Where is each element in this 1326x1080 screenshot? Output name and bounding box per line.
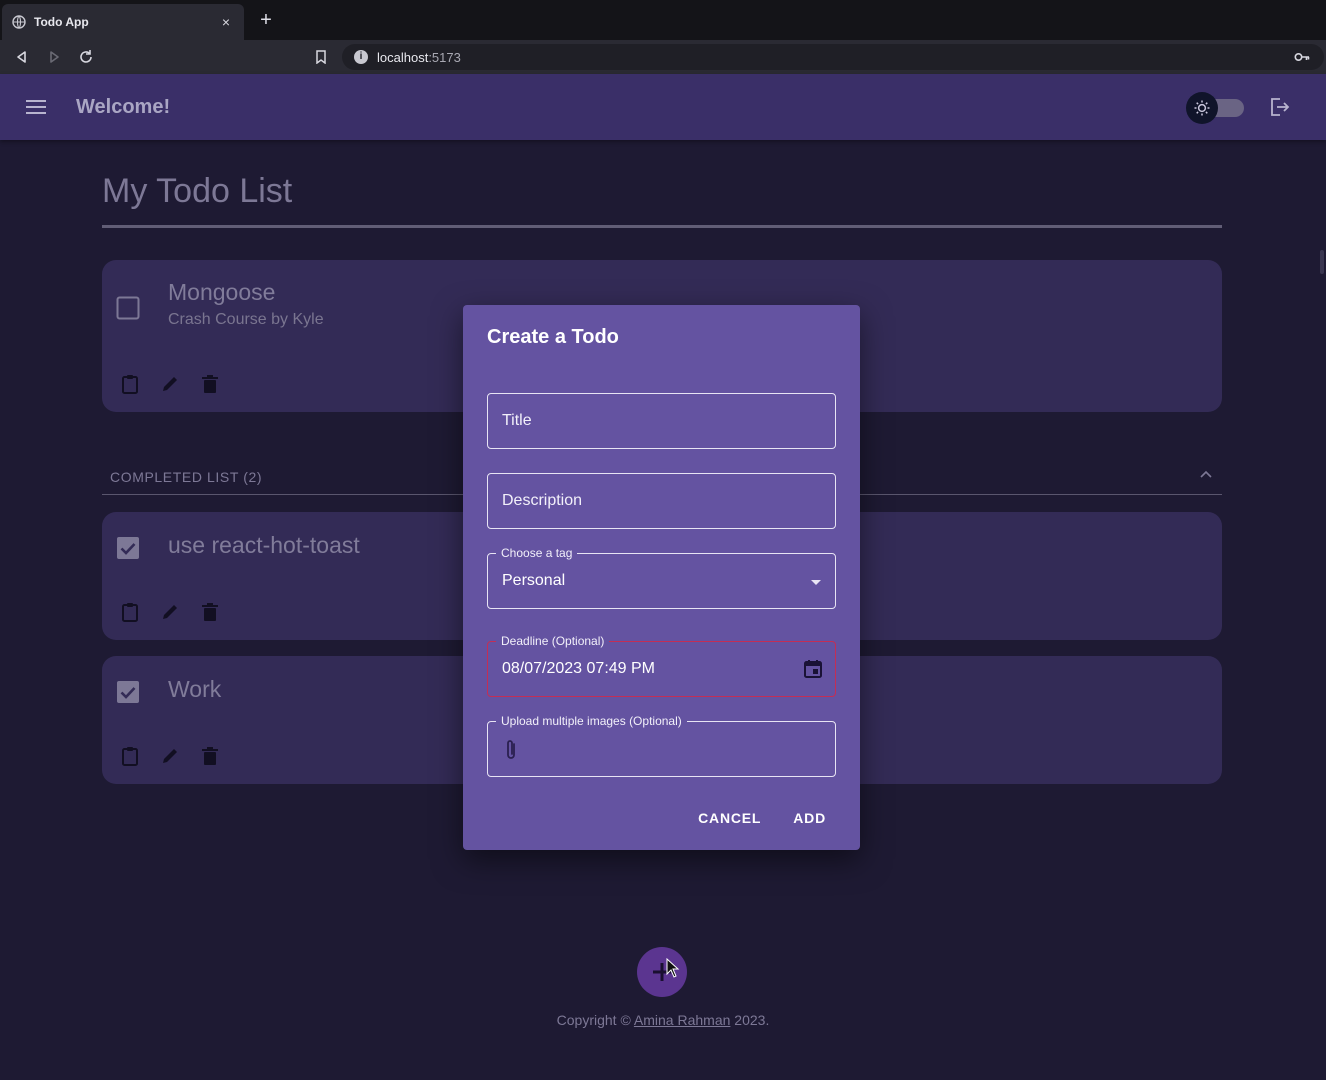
footer: Copyright © Amina Rahman 2023. (0, 1012, 1326, 1028)
deadline-field[interactable]: Deadline (Optional) 08/07/2023 07:49 PM (487, 634, 836, 697)
browser-tab[interactable]: Todo App × (2, 4, 244, 40)
todo-title: Mongoose (168, 279, 276, 305)
app-bar: Welcome! (0, 74, 1326, 140)
menu-icon[interactable] (26, 97, 46, 117)
todo-actions (120, 374, 220, 394)
tab-title: Todo App (34, 15, 89, 29)
reload-icon[interactable] (76, 47, 96, 67)
new-tab-button[interactable]: + (256, 10, 276, 30)
theme-toggle[interactable] (1186, 91, 1246, 124)
create-todo-dialog: Create a Todo Title Description Choose a… (463, 305, 860, 850)
deadline-label: Deadline (Optional) (496, 634, 610, 648)
title-field[interactable]: Title (487, 393, 836, 449)
browser-nav-bar: i localhost:5173 (0, 40, 1326, 74)
forward-icon[interactable] (44, 47, 64, 67)
tag-select[interactable]: Choose a tag Personal (487, 546, 836, 609)
url-text: localhost:5173 (377, 50, 461, 65)
clipboard-icon[interactable] (120, 602, 140, 622)
todo-actions (120, 602, 220, 622)
todo-description: Crash Course by Kyle (168, 311, 324, 328)
scrollbar[interactable] (1320, 250, 1324, 274)
checkbox-checked[interactable] (116, 536, 140, 560)
edit-icon[interactable] (160, 746, 180, 766)
dropdown-arrow-icon (811, 580, 821, 585)
sun-icon (1186, 92, 1218, 124)
upload-images-field[interactable]: Upload multiple images (Optional) (487, 714, 836, 777)
attach-icon[interactable] (504, 738, 518, 762)
clipboard-icon[interactable] (120, 746, 140, 766)
edit-icon[interactable] (160, 602, 180, 622)
title-divider (102, 225, 1222, 228)
tag-value: Personal (502, 572, 566, 589)
site-info-icon[interactable]: i (354, 50, 368, 64)
description-placeholder: Description (502, 492, 583, 509)
dialog-actions: CANCEL ADD (688, 804, 836, 832)
dialog-title: Create a Todo (487, 326, 619, 348)
delete-icon[interactable] (200, 374, 220, 394)
todo-title: Work (168, 676, 222, 702)
delete-icon[interactable] (200, 602, 220, 622)
globe-icon (12, 15, 26, 29)
completed-list-label: COMPLETED LIST (2) (110, 469, 263, 485)
footer-prefix: Copyright © (556, 1012, 634, 1028)
todo-title: use react-hot-toast (168, 532, 360, 558)
delete-icon[interactable] (200, 746, 220, 766)
edit-icon[interactable] (160, 374, 180, 394)
mouse-cursor-icon (666, 957, 680, 978)
key-icon[interactable] (1294, 50, 1310, 64)
upload-label: Upload multiple images (Optional) (496, 714, 687, 728)
todo-actions (120, 746, 220, 766)
title-placeholder: Title (502, 412, 532, 429)
checkbox-checked[interactable] (116, 680, 140, 704)
page-title: My Todo List (102, 172, 293, 210)
chevron-up-icon[interactable] (1198, 467, 1214, 483)
url-port: :5173 (428, 49, 461, 65)
author-link[interactable]: Amina Rahman (634, 1012, 731, 1028)
browser-tab-bar: Todo App × + (0, 0, 1326, 40)
add-button[interactable]: ADD (783, 804, 836, 832)
description-field[interactable]: Description (487, 473, 836, 529)
logout-icon[interactable] (1268, 96, 1290, 118)
checkbox[interactable] (116, 296, 140, 320)
close-icon[interactable]: × (218, 14, 234, 30)
tag-label: Choose a tag (496, 546, 578, 560)
back-icon[interactable] (12, 47, 32, 67)
bookmark-icon[interactable] (311, 47, 331, 67)
app-bar-title: Welcome! (76, 96, 171, 118)
url-host: localhost (377, 49, 429, 65)
address-bar[interactable]: i localhost:5173 (342, 44, 1324, 70)
deadline-value: 08/07/2023 07:49 PM (502, 660, 656, 677)
calendar-icon[interactable] (803, 659, 823, 679)
cancel-button[interactable]: CANCEL (688, 804, 771, 832)
clipboard-icon[interactable] (120, 374, 140, 394)
footer-suffix: 2023. (730, 1012, 770, 1028)
